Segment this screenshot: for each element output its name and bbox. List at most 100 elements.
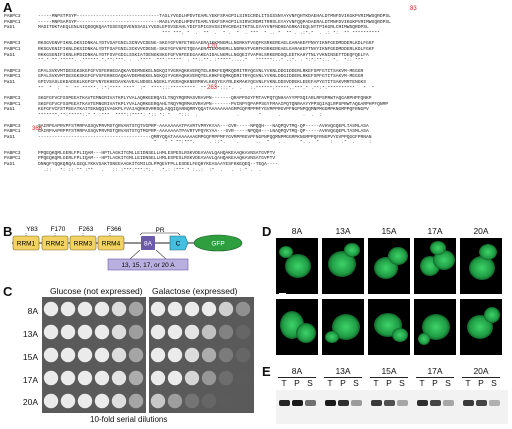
galactose-spot	[235, 324, 251, 340]
glucose-spot	[111, 324, 127, 340]
sequence-name: Pab1	[4, 162, 16, 168]
plate-row-label-15a: 15A	[22, 352, 38, 362]
galactose-spot	[201, 393, 217, 409]
galactose-spot	[218, 393, 234, 409]
alignment-panel: 83 170 263 366 PABPC3 -----MNPSTPSYP-----…	[4, 6, 510, 220]
blot-band	[371, 400, 382, 406]
galactose-spot	[218, 347, 234, 363]
gfp-cell	[430, 241, 446, 255]
glucose-spot	[111, 347, 127, 363]
glucose-spot	[128, 301, 144, 317]
blot-group-label: 17A	[427, 366, 443, 376]
galactose-spot	[184, 324, 200, 340]
gfp-cell	[388, 247, 408, 265]
glucose-spot	[43, 393, 59, 409]
blot-group-label: 15A	[381, 366, 397, 376]
galactose-spot	[184, 393, 200, 409]
alignment-blocks: PABPC3 -----MNPSTPSYP--------------------…	[4, 14, 510, 178]
blot-band	[463, 400, 474, 406]
galactose-spot	[218, 370, 234, 386]
alignment-block: PABPC3 -----MNPSTPSYP--------------------…	[4, 14, 510, 36]
galactose-spot	[150, 347, 166, 363]
domain-label-rrm3: RRM3	[74, 241, 93, 248]
conservation-string: * * * **:***. . ::*. . .. * . . *. . * :…	[38, 140, 380, 146]
site-label-f366: F366	[107, 226, 122, 233]
glucose-spot	[60, 347, 76, 363]
conservation-row: * * * **:***. . ::*. . .. * . . *. . * :…	[4, 140, 510, 146]
western-panel: 8A T P S 13A T P S 15A T P S 17A T P S 20A T P S	[270, 366, 510, 428]
glucose-title: Glucose (not expressed)	[50, 286, 143, 296]
plates-image	[42, 297, 254, 413]
galactose-spot	[235, 370, 251, 386]
glucose-spot	[43, 324, 59, 340]
blot-lane-label: S	[399, 378, 405, 388]
alignment-block: PABPC3 GPALSVKVMTDESGKSKGFGFVSFERHEDAQKAV…	[4, 69, 510, 91]
glucose-spot	[77, 370, 93, 386]
variant-connector-right	[155, 249, 167, 260]
blot-lane-label: S	[491, 378, 497, 388]
galactose-spot	[167, 393, 183, 409]
micro-col-20a: 20A	[473, 226, 489, 236]
blot-lane-label: S	[445, 378, 451, 388]
conservation-row: *******.**:*****:.* * :*** ****::****: *…	[4, 113, 510, 119]
glucose-spot	[128, 347, 144, 363]
glucose-spot	[43, 370, 59, 386]
conservation-string: .:: *: :: ** :** . :: :***:***:*:. .*.: …	[38, 167, 273, 173]
sequence-name: Pab1	[4, 79, 16, 85]
variants-label: 13, 15, 17, or 20 A	[121, 262, 175, 269]
glucose-spot	[60, 324, 76, 340]
conservation-row: **.* **.*****. .******.*.**:***. . .****…	[4, 58, 510, 64]
blot-band	[476, 400, 487, 406]
glucose-spot	[94, 347, 110, 363]
blot-band	[338, 400, 349, 406]
galactose-title: Galactose (expressed)	[152, 286, 238, 296]
conservation-row: .:: *: :: ** :** . :: :***:***:*:. .*.: …	[4, 168, 510, 174]
galactose-spot	[218, 301, 234, 317]
plate-row-label-8a: 8A	[27, 306, 38, 316]
blot-lane-label: S	[353, 378, 359, 388]
galactose-spot	[184, 370, 200, 386]
variant-connector-left	[129, 249, 141, 260]
gfp-cell	[296, 323, 316, 343]
sequence-name: Pab1	[4, 25, 16, 31]
glucose-spot	[94, 393, 110, 409]
glucose-spot	[77, 324, 93, 340]
blot-lane-label: P	[386, 378, 392, 388]
residue-marker-83: 83	[410, 6, 417, 12]
glucose-spot	[77, 393, 93, 409]
blot-lane-label: T	[373, 378, 379, 388]
glucose-spot	[111, 393, 127, 409]
galactose-spot	[167, 324, 183, 340]
glucose-spot	[60, 393, 76, 409]
galactose-spot	[167, 370, 183, 386]
site-label-y83: Y83	[26, 226, 38, 233]
galactose-spot	[184, 301, 200, 317]
conservation-string: *******.**:*****:.* * :*** ****::****: *…	[38, 112, 358, 118]
construct-panel: Y83 F170 F263 F366 PR RRM1 RRM2 RRM3 RRM…	[10, 226, 260, 284]
glucose-spot	[111, 370, 127, 386]
galactose-spot	[150, 393, 166, 409]
blot-band	[397, 400, 408, 406]
blot-lane-label: T	[281, 378, 287, 388]
plate-row-label-13a: 13A	[22, 329, 38, 339]
gfp-cell	[469, 256, 495, 280]
blot-lane-label: S	[307, 378, 313, 388]
alignment-block: PABPC3 SKGFGFVCFSSPEEATKAVTEMNGRIVATKPLYV…	[4, 96, 510, 118]
gfp-cell	[484, 307, 500, 323]
conservation-row: *** ***. * . ** . * . * . *** * .. * ** …	[4, 31, 510, 37]
conservation-string: ** * : * ** *****. :*:**** **** :* ****:…	[38, 85, 375, 91]
galactose-spot	[218, 324, 234, 340]
blot-band	[384, 400, 395, 406]
microscopy-image	[276, 238, 502, 355]
conservation-string: *** ***. * . ** . * . * . *** * .. * ** …	[38, 30, 380, 36]
dilution-footer: 10-fold serial dilutions	[90, 415, 168, 424]
domain-label-c: C	[176, 241, 181, 248]
blot-lane-label: T	[419, 378, 425, 388]
blot-band	[489, 400, 500, 406]
alignment-block: PABPC3 RKSGVGNVFIKNLDKSIDNKALYDTVSAFGNILS…	[4, 41, 510, 63]
glucose-spot	[60, 370, 76, 386]
blot-group-label: 20A	[473, 366, 489, 376]
galactose-spot	[235, 301, 251, 317]
glucose-spot	[43, 301, 59, 317]
domain-label-8a: 8A	[144, 241, 153, 248]
